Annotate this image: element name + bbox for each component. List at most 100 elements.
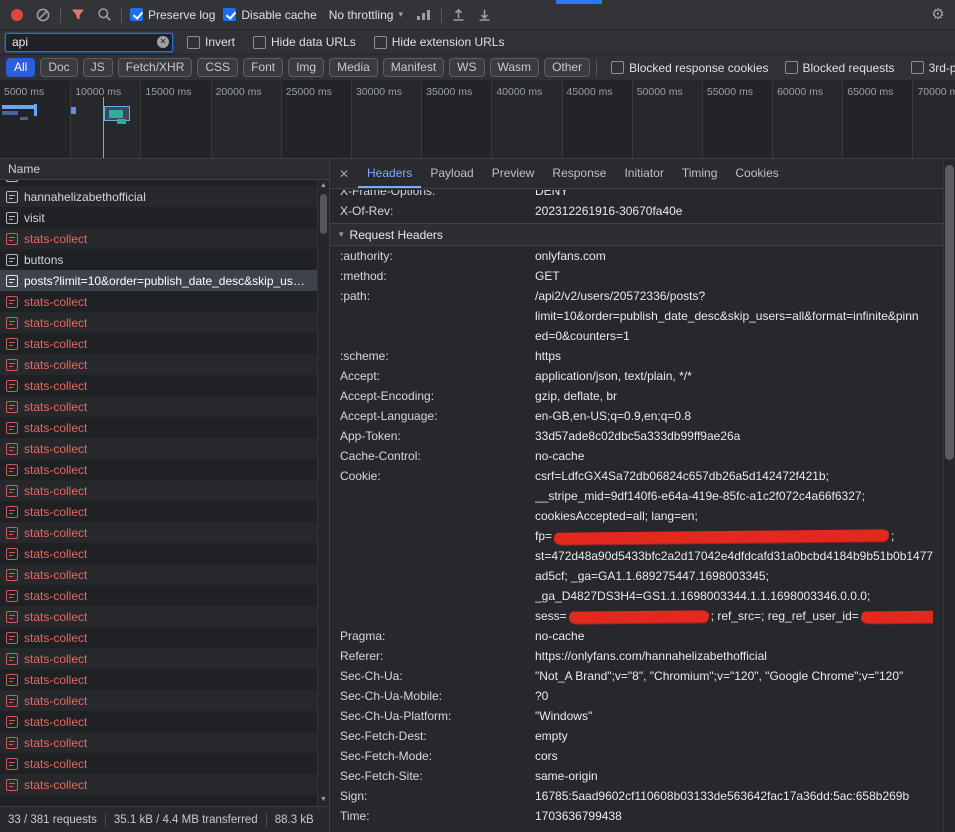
- request-row[interactable]: stats-collect: [0, 291, 317, 312]
- request-row[interactable]: stats-collect: [0, 627, 317, 648]
- filter-checkbox-hide-extension-urls[interactable]: Hide extension URLs: [374, 35, 505, 49]
- request-row[interactable]: stats-collect: [0, 459, 317, 480]
- request-row[interactable]: stats-collect: [0, 606, 317, 627]
- request-headers-section[interactable]: ▾ Request Headers: [330, 223, 943, 246]
- request-row[interactable]: visit: [0, 207, 317, 228]
- tab-timing[interactable]: Timing: [673, 159, 727, 188]
- type-filter-js[interactable]: JS: [83, 58, 113, 77]
- request-name: stats-collect: [24, 442, 87, 456]
- import-har-button[interactable]: [450, 6, 468, 24]
- column-header-name[interactable]: Name: [0, 159, 329, 180]
- request-list-scrollbar[interactable]: ▲ ▼: [317, 180, 329, 806]
- record-button[interactable]: [8, 6, 26, 24]
- tab-headers[interactable]: Headers: [358, 159, 421, 188]
- request-name: stats-collect: [24, 757, 87, 771]
- type-filter-media[interactable]: Media: [329, 58, 378, 77]
- request-row[interactable]: stats-collect: [0, 543, 317, 564]
- blocked-request-icon: [6, 296, 18, 308]
- type-filter-manifest[interactable]: Manifest: [383, 58, 444, 77]
- header-row: Sec-Fetch-Dest:empty: [330, 726, 943, 746]
- header-name: Sec-Fetch-Dest:: [340, 726, 535, 746]
- request-row[interactable]: stats-collect: [0, 480, 317, 501]
- timeline-overview[interactable]: 5000 ms10000 ms15000 ms20000 ms25000 ms3…: [0, 81, 955, 159]
- filter-checkbox-3rd-party-requests[interactable]: 3rd-party requests: [911, 61, 955, 75]
- network-main: Name inithannahelizabethofficialvisitsta…: [0, 159, 955, 832]
- request-row[interactable]: stats-collect: [0, 228, 317, 249]
- preserve-log-checkbox[interactable]: Preserve log: [130, 8, 215, 22]
- blocked-request-icon: [6, 779, 18, 791]
- request-row[interactable]: stats-collect: [0, 711, 317, 732]
- request-row[interactable]: stats-collect: [0, 375, 317, 396]
- request-row[interactable]: stats-collect: [0, 669, 317, 690]
- request-row[interactable]: stats-collect: [0, 501, 317, 522]
- request-row[interactable]: stats-collect: [0, 417, 317, 438]
- request-file-icon: [6, 191, 18, 203]
- tab-preview[interactable]: Preview: [483, 159, 544, 188]
- request-row[interactable]: stats-collect: [0, 522, 317, 543]
- type-filter-font[interactable]: Font: [243, 58, 283, 77]
- request-row[interactable]: buttons: [0, 249, 317, 270]
- request-name: stats-collect: [24, 295, 87, 309]
- type-filter-all[interactable]: All: [6, 58, 35, 77]
- scroll-down-icon[interactable]: ▼: [318, 794, 329, 806]
- request-row[interactable]: stats-collect: [0, 333, 317, 354]
- redaction-scribble: [569, 610, 709, 623]
- type-filter-ws[interactable]: WS: [449, 58, 484, 77]
- request-row[interactable]: posts?limit=10&order=publish_date_desc&s…: [0, 270, 317, 291]
- tab-payload[interactable]: Payload: [421, 159, 482, 188]
- filter-checkbox-hide-data-urls[interactable]: Hide data URLs: [253, 35, 356, 49]
- type-filter-wasm[interactable]: Wasm: [490, 58, 540, 77]
- request-row[interactable]: stats-collect: [0, 396, 317, 417]
- type-filter-css[interactable]: CSS: [197, 58, 238, 77]
- request-row[interactable]: stats-collect: [0, 648, 317, 669]
- tab-initiator[interactable]: Initiator: [615, 159, 672, 188]
- request-name: stats-collect: [24, 631, 87, 645]
- type-filter-other[interactable]: Other: [544, 58, 590, 77]
- filter-checkbox-invert[interactable]: Invert: [187, 35, 235, 49]
- type-filter-fetch-xhr[interactable]: Fetch/XHR: [118, 58, 193, 77]
- filter-toggle-button[interactable]: [69, 6, 87, 24]
- request-row[interactable]: stats-collect: [0, 732, 317, 753]
- disable-cache-checkbox[interactable]: Disable cache: [223, 8, 316, 22]
- filter-input[interactable]: [6, 35, 172, 49]
- header-name: Sec-Fetch-Mode:: [340, 746, 535, 766]
- tab-response[interactable]: Response: [543, 159, 615, 188]
- header-value: https: [535, 346, 943, 366]
- request-row[interactable]: stats-collect: [0, 438, 317, 459]
- request-row[interactable]: stats-collect: [0, 774, 317, 795]
- details-scrollbar[interactable]: [943, 159, 955, 832]
- tab-cookies[interactable]: Cookies: [726, 159, 787, 188]
- clear-network-log-button[interactable]: [34, 6, 52, 24]
- close-details-icon[interactable]: ✕: [330, 167, 358, 181]
- settings-gear-icon[interactable]: ⚙: [929, 6, 947, 24]
- request-name: posts?limit=10&order=publish_date_desc&s…: [24, 274, 311, 288]
- search-button[interactable]: [95, 6, 113, 24]
- scrollbar-thumb[interactable]: [320, 194, 327, 234]
- filter-checkbox-blocked-requests[interactable]: Blocked requests: [785, 61, 895, 75]
- header-row: Sec-Fetch-Site:same-origin: [330, 766, 943, 786]
- checkbox-icon: [785, 61, 798, 74]
- request-row[interactable]: stats-collect: [0, 354, 317, 375]
- request-row[interactable]: hannahelizabethofficial: [0, 186, 317, 207]
- header-name: Accept-Language:: [340, 406, 535, 426]
- scroll-up-icon[interactable]: ▲: [318, 180, 329, 192]
- filter-checkbox-blocked-response-cookies[interactable]: Blocked response cookies: [611, 61, 768, 75]
- header-row: Sec-Ch-Ua-Platform:"Windows": [330, 706, 943, 726]
- request-row[interactable]: stats-collect: [0, 564, 317, 585]
- request-row[interactable]: stats-collect: [0, 690, 317, 711]
- header-value-line: cookiesAccepted=all; lang=en;: [535, 506, 933, 526]
- scrollbar-thumb[interactable]: [945, 165, 954, 460]
- export-har-button[interactable]: [476, 6, 494, 24]
- request-row[interactable]: stats-collect: [0, 585, 317, 606]
- throttling-select[interactable]: No throttling ▾: [325, 6, 407, 24]
- type-filter-img[interactable]: Img: [288, 58, 324, 77]
- header-name: :authority:: [340, 246, 535, 266]
- clear-filter-icon[interactable]: ✕: [157, 36, 169, 48]
- request-row[interactable]: stats-collect: [0, 753, 317, 774]
- type-filter-doc[interactable]: Doc: [40, 58, 77, 77]
- request-name: stats-collect: [24, 505, 87, 519]
- request-row[interactable]: stats-collect: [0, 312, 317, 333]
- network-conditions-button[interactable]: [415, 6, 433, 24]
- header-value-line: /api2/v2/users/20572336/posts?: [535, 286, 933, 306]
- name-column-label: Name: [8, 162, 40, 176]
